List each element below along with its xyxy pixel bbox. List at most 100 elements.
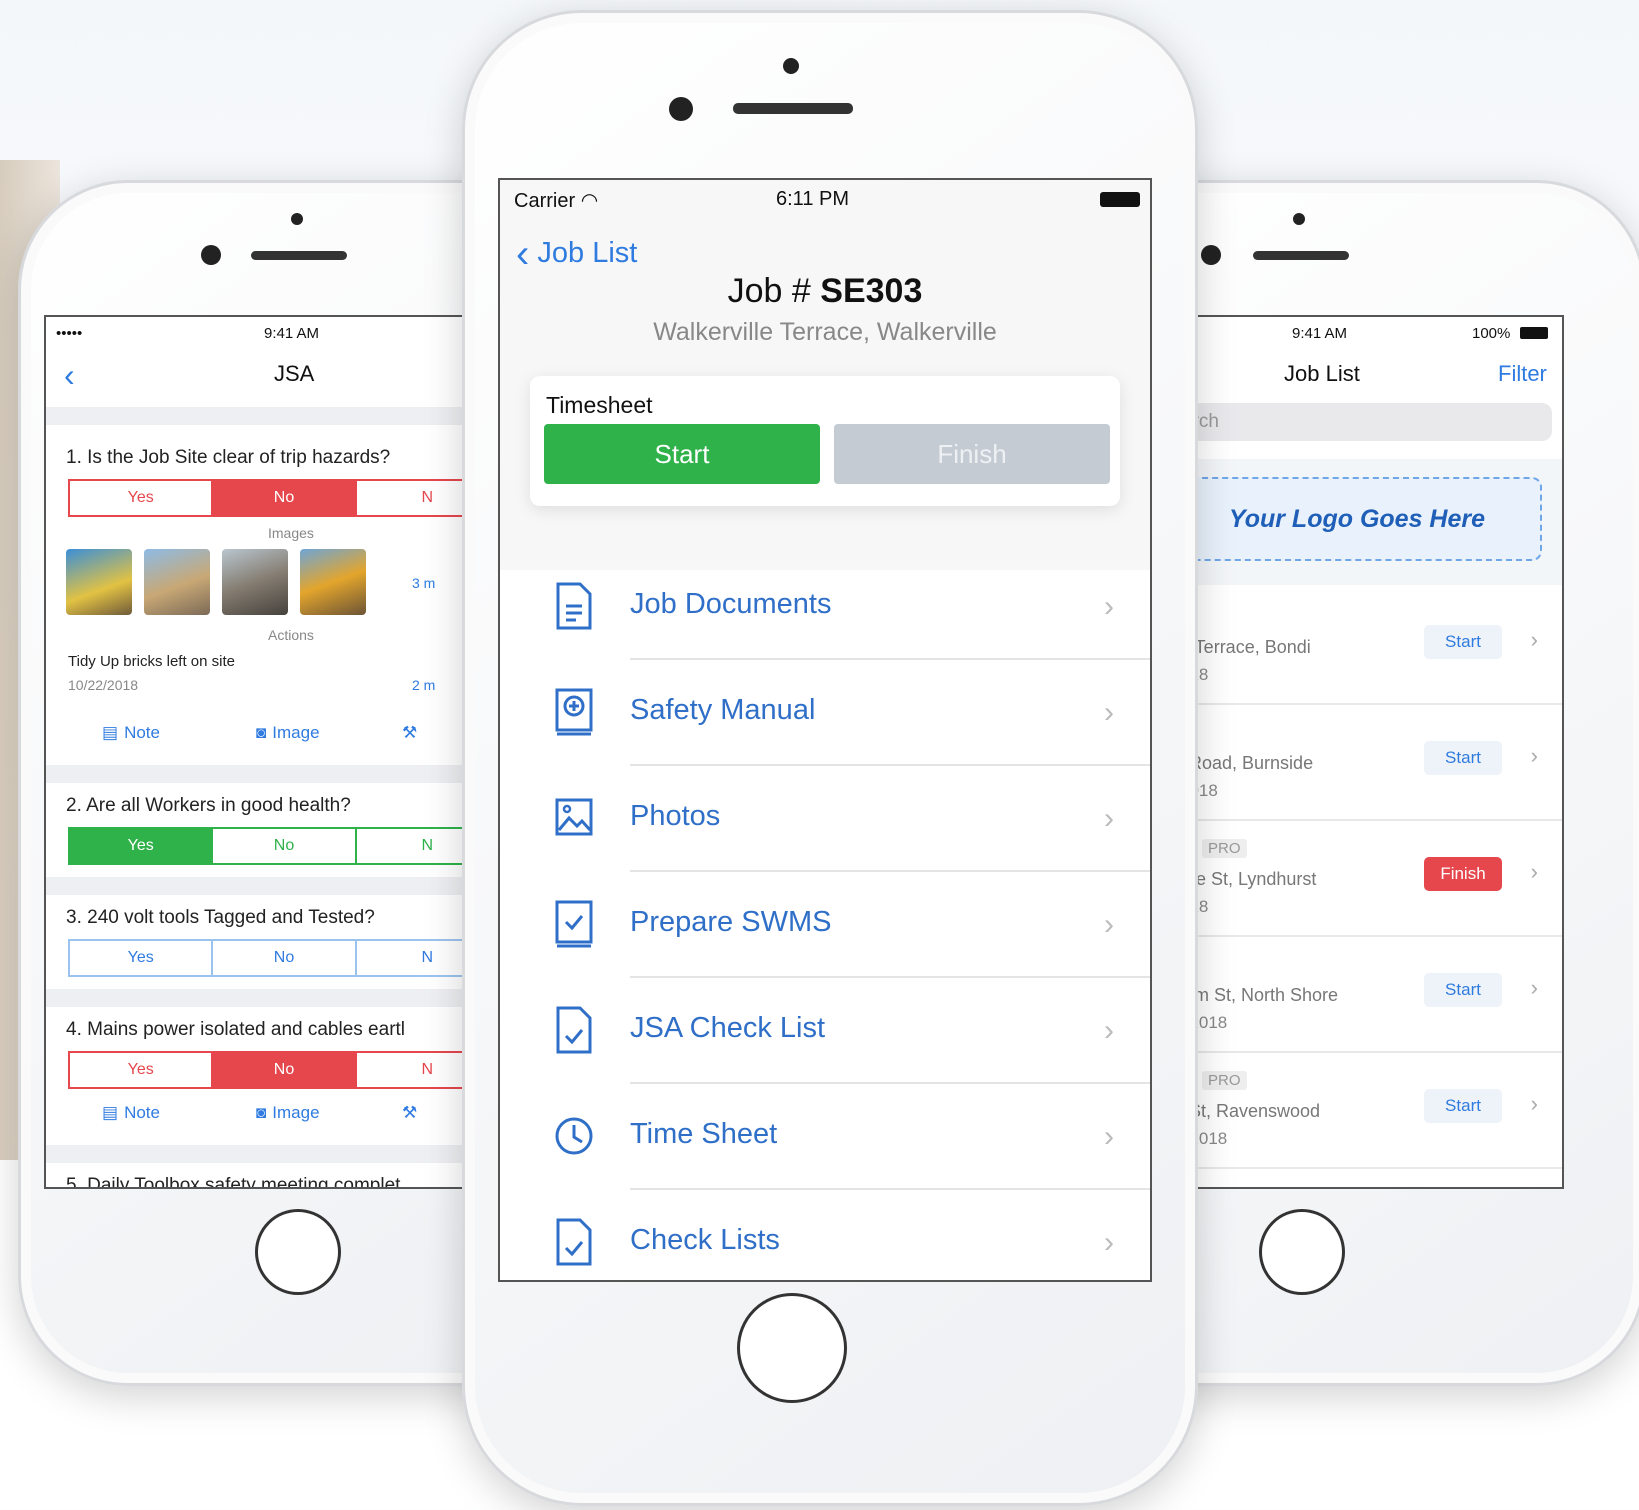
battery-icon bbox=[1100, 192, 1140, 207]
job-list-item[interactable]: 5PROi St, Ravenswoodt 2018Start› bbox=[1182, 1051, 1562, 1169]
chevron-right-icon: › bbox=[1530, 859, 1538, 884]
status-battery: 100% bbox=[1472, 325, 1511, 342]
option-no[interactable]: No bbox=[213, 829, 357, 863]
start-button[interactable]: Start bbox=[1424, 973, 1502, 1007]
speaker bbox=[733, 103, 853, 114]
menu-item-check-lists[interactable]: Check Lists › bbox=[500, 1190, 1150, 1280]
start-button[interactable]: Start bbox=[1424, 625, 1502, 659]
chevron-right-icon: › bbox=[1530, 1091, 1538, 1116]
option-yes[interactable]: Yes bbox=[70, 1053, 214, 1087]
note-button[interactable]: ▤ Note bbox=[102, 723, 160, 743]
menu-item-label: Safety Manual bbox=[630, 694, 816, 726]
job-list-item[interactable]: h Terrace, Bondi018Start› bbox=[1182, 587, 1562, 705]
manual-icon bbox=[554, 688, 594, 736]
job-address: iam St, North Shore bbox=[1180, 985, 1339, 1005]
option-yes[interactable]: Yes bbox=[70, 481, 214, 515]
logo-area: Your Logo Goes Here bbox=[1182, 459, 1562, 585]
filter-button[interactable]: Filter bbox=[1498, 361, 1547, 387]
pro-badge: PRO bbox=[1202, 1071, 1247, 1090]
answer-segment-3[interactable]: Yes No N bbox=[68, 939, 466, 977]
action-text: Tidy Up bricks left on site bbox=[68, 653, 235, 670]
option-yes[interactable]: Yes bbox=[70, 941, 214, 975]
menu-item-job-documents[interactable]: Job Documents › bbox=[500, 554, 1150, 660]
menu-item-jsa-check-list[interactable]: JSA Check List › bbox=[500, 978, 1150, 1084]
answer-segment-1[interactable]: Yes No N bbox=[68, 479, 466, 517]
menu-item-time-sheet[interactable]: Time Sheet › bbox=[500, 1084, 1150, 1190]
note-button[interactable]: ▤ Note bbox=[102, 1103, 160, 1123]
camera-icon: ◙ bbox=[256, 1103, 267, 1122]
site-photo-4[interactable] bbox=[300, 549, 366, 615]
logo-placeholder: Your Logo Goes Here bbox=[1182, 477, 1542, 561]
chevron-right-icon: › bbox=[1104, 802, 1114, 835]
menu-item-label: JSA Check List bbox=[630, 1012, 826, 1044]
images-label: Images bbox=[268, 525, 314, 541]
job-list-item[interactable]: 1iam St, North Shoret 2018Start› bbox=[1182, 935, 1562, 1053]
option-na[interactable]: N bbox=[357, 481, 466, 515]
back-button[interactable]: ‹ Job List bbox=[516, 232, 637, 277]
nav-title: Job List bbox=[1284, 361, 1360, 386]
status-signal: ••••• bbox=[56, 325, 83, 342]
start-button[interactable]: Start bbox=[544, 424, 820, 484]
answer-segment-2[interactable]: Yes No N bbox=[68, 827, 466, 865]
back-chevron-icon[interactable]: ‹ bbox=[64, 357, 75, 394]
status-time: 9:41 AM bbox=[1292, 325, 1348, 342]
home-button[interactable] bbox=[1259, 1209, 1345, 1295]
status-time: 9:41 AM bbox=[264, 325, 320, 342]
chevron-right-icon: › bbox=[1530, 627, 1538, 652]
site-photo-2[interactable] bbox=[144, 549, 210, 615]
chevron-right-icon: › bbox=[1104, 1014, 1114, 1047]
question-1: 1. Is the Job Site clear of trip hazards… bbox=[66, 447, 391, 468]
status-carrier: Carrier ◠ bbox=[514, 190, 599, 212]
action-icon[interactable]: ⚒ bbox=[402, 723, 417, 743]
wifi-icon: ◠ bbox=[580, 190, 599, 212]
site-photo-3[interactable] bbox=[222, 549, 288, 615]
action-icon[interactable]: ⚒ bbox=[402, 1103, 417, 1123]
menu-item-safety-manual[interactable]: Safety Manual › bbox=[500, 660, 1150, 766]
option-na[interactable]: N bbox=[357, 1053, 466, 1087]
chevron-right-icon: › bbox=[1104, 1120, 1114, 1153]
timesheet-title: Timesheet bbox=[546, 392, 653, 418]
chevron-right-icon: › bbox=[1530, 975, 1538, 1000]
document-icon bbox=[554, 582, 594, 630]
site-photo-1[interactable] bbox=[66, 549, 132, 615]
home-button[interactable] bbox=[255, 1209, 341, 1295]
status-time: 6:11 PM bbox=[776, 188, 849, 210]
home-button[interactable] bbox=[737, 1293, 847, 1403]
finish-button[interactable]: Finish bbox=[1424, 857, 1502, 891]
separator bbox=[46, 407, 466, 425]
job-address: Walkerville Terrace, Walkerville bbox=[653, 318, 997, 346]
job-list-screen: 9:41 AM 100% Job List Filter arch Your L… bbox=[1180, 315, 1564, 1189]
question-2: 2. Are all Workers in good health? bbox=[66, 795, 351, 816]
start-button[interactable]: Start bbox=[1424, 1089, 1502, 1123]
images-more-link[interactable]: 3 m bbox=[412, 575, 435, 591]
job-list-item[interactable]: 3PROrge St, Lyndhurst018Finish› bbox=[1182, 819, 1562, 937]
option-yes[interactable]: Yes bbox=[70, 829, 214, 863]
option-no[interactable]: No bbox=[213, 941, 357, 975]
finish-button[interactable]: Finish bbox=[834, 424, 1110, 484]
option-na[interactable]: N bbox=[357, 829, 466, 863]
note-icon: ▤ bbox=[102, 723, 119, 742]
search-field[interactable]: arch bbox=[1182, 403, 1552, 441]
option-na[interactable]: N bbox=[357, 941, 466, 975]
job-list-item[interactable]: 2i Road, Burnside2018Start› bbox=[1182, 703, 1562, 821]
menu-item-prepare-swms[interactable]: Prepare SWMS › bbox=[500, 872, 1150, 978]
sensor bbox=[783, 58, 799, 74]
timesheet-card: Timesheet Start Finish bbox=[530, 376, 1120, 506]
menu-item-photos[interactable]: Photos › bbox=[500, 766, 1150, 872]
answer-segment-4[interactable]: Yes No N bbox=[68, 1051, 466, 1089]
action-date: 10/22/2018 bbox=[68, 677, 139, 693]
menu-item-label: Prepare SWMS bbox=[630, 906, 832, 938]
camera bbox=[669, 97, 693, 121]
option-no[interactable]: No bbox=[213, 1053, 357, 1087]
job-address: i Road, Burnside bbox=[1180, 753, 1314, 773]
pro-badge: PRO bbox=[1202, 839, 1247, 858]
option-no[interactable]: No bbox=[213, 481, 357, 515]
separator bbox=[46, 1145, 466, 1163]
photo-icon bbox=[554, 794, 594, 842]
question-4: 4. Mains power isolated and cables eartl bbox=[66, 1019, 406, 1040]
image-button[interactable]: ◙ Image bbox=[256, 723, 320, 743]
start-button[interactable]: Start bbox=[1424, 741, 1502, 775]
image-button[interactable]: ◙ Image bbox=[256, 1103, 320, 1123]
battery-icon bbox=[1520, 327, 1548, 339]
separator bbox=[46, 877, 466, 895]
